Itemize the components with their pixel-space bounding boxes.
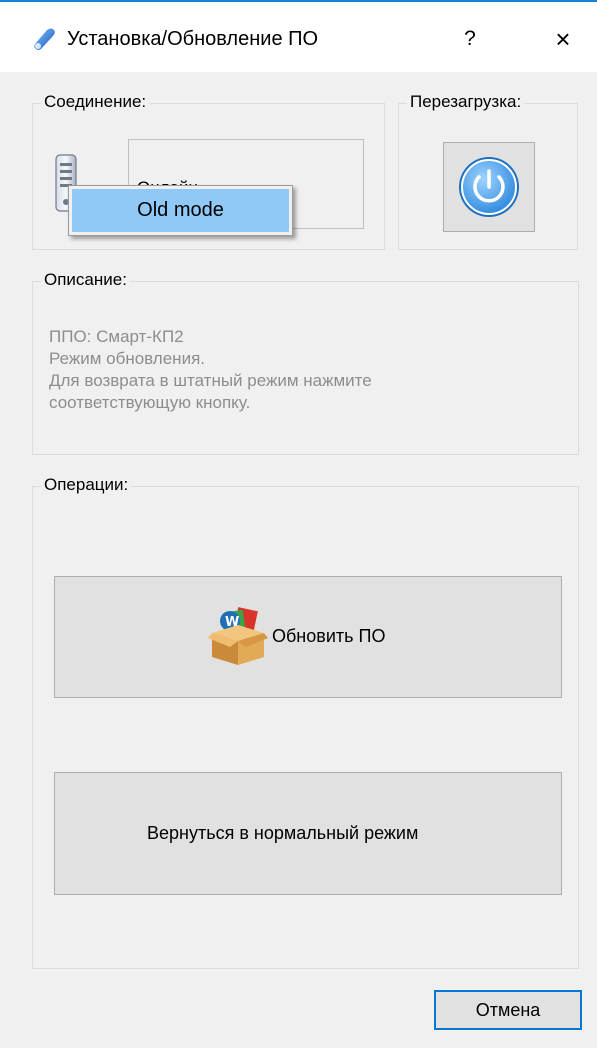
window-title: Установка/Обновление ПО [67, 28, 319, 50]
software-box-icon: W [208, 607, 268, 665]
operations-label: Операции: [41, 475, 132, 495]
app-icon [34, 28, 55, 50]
reboot-button[interactable] [443, 142, 535, 232]
description-line: соответствующую кнопку. [49, 393, 251, 412]
description-line: Для возврата в штатный режим нажмите [49, 371, 372, 390]
reboot-group: Перезагрузка: [398, 92, 578, 250]
power-icon [459, 157, 519, 217]
dialog-window: Установка/Обновление ПО ? × Соединение: … [0, 0, 597, 1048]
connection-label: Соединение: [41, 92, 150, 112]
description-text: ППО: Смарт-КП2 Режим обновления. Для воз… [49, 326, 372, 414]
description-line: ППО: Смарт-КП2 [49, 327, 184, 346]
menu-item-old-mode[interactable]: Old mode [72, 189, 289, 232]
return-normal-mode-label: Вернуться в нормальный режим [147, 823, 419, 843]
description-group: Описание: ППО: Смарт-КП2 Режим обновлени… [32, 270, 579, 455]
context-menu-popup: Old mode [68, 185, 293, 236]
description-line: Режим обновления. [49, 349, 205, 368]
update-software-label: Обновить ПО [272, 626, 386, 646]
update-software-button[interactable]: W Обновить ПО [54, 576, 562, 698]
operations-group: Операции: W Обновить ПО Вернуться в норм… [32, 475, 579, 969]
title-bar[interactable]: Установка/Обновление ПО ? × [0, 2, 597, 72]
return-normal-mode-button[interactable]: Вернуться в нормальный режим [54, 772, 562, 895]
cancel-button[interactable]: Отмена [434, 990, 582, 1030]
help-button[interactable]: ? [450, 16, 490, 62]
reboot-label: Перезагрузка: [407, 92, 525, 112]
close-button[interactable]: × [540, 16, 586, 62]
description-label: Описание: [41, 270, 130, 290]
